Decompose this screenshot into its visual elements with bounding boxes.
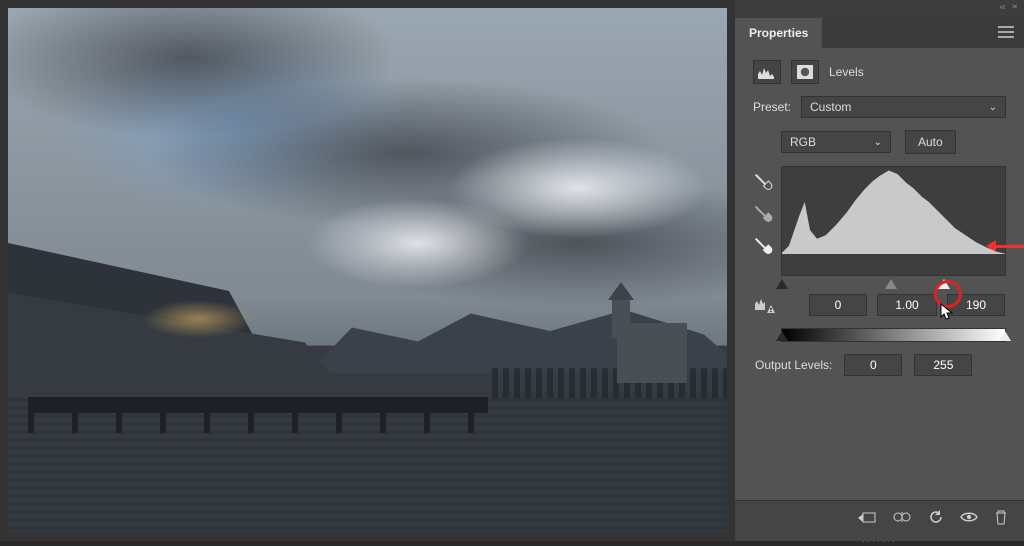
- levels-histogram[interactable]: [781, 166, 1006, 276]
- eyedropper-gray[interactable]: [749, 200, 774, 225]
- preset-label: Preset:: [753, 100, 791, 114]
- channel-dropdown[interactable]: RGB ⌄: [781, 131, 891, 153]
- preset-row: Preset: Custom ⌄: [753, 96, 1006, 118]
- panel-tabbar: Properties: [735, 18, 1024, 48]
- close-icon[interactable]: ×: [1012, 2, 1018, 12]
- shadow-input[interactable]: [809, 294, 867, 316]
- output-label: Output Levels:: [755, 358, 832, 372]
- tab-label: Properties: [749, 26, 808, 40]
- channel-value: RGB: [790, 135, 816, 149]
- panel-footer: [735, 500, 1024, 536]
- midtone-input[interactable]: [877, 294, 937, 316]
- trash-icon[interactable]: [994, 510, 1008, 528]
- tab-properties[interactable]: Properties: [735, 18, 822, 48]
- shadow-slider[interactable]: [776, 279, 788, 289]
- output-gradient[interactable]: [781, 328, 1006, 342]
- output-high-input[interactable]: [914, 354, 972, 376]
- histogram-area: [753, 166, 1006, 276]
- levels-icon: [753, 60, 781, 84]
- output-low-input[interactable]: [844, 354, 902, 376]
- eyedropper-tools: [753, 166, 771, 276]
- clip-to-layer-icon[interactable]: [858, 510, 876, 527]
- properties-panel-container: « × Properties Levels Preset: Custom ⌄: [735, 0, 1024, 541]
- chevron-down-icon: ⌄: [989, 102, 997, 113]
- output-shadow-slider[interactable]: [776, 331, 788, 341]
- resize-grip[interactable]: ·······: [735, 536, 1024, 541]
- eyedropper-white[interactable]: [749, 232, 774, 257]
- visibility-icon[interactable]: [960, 511, 978, 526]
- properties-panel: Levels Preset: Custom ⌄ RGB ⌄ Auto: [735, 48, 1024, 500]
- expand-icon[interactable]: «: [999, 2, 1005, 12]
- preset-value: Custom: [810, 100, 851, 114]
- channel-row: RGB ⌄ Auto: [781, 130, 1006, 154]
- image-canvas: [0, 0, 735, 541]
- view-previous-icon[interactable]: [892, 510, 912, 527]
- highlight-input[interactable]: [947, 294, 1005, 316]
- output-highlight-slider[interactable]: [999, 331, 1011, 341]
- reset-icon[interactable]: [928, 510, 944, 527]
- mask-icon[interactable]: [791, 60, 819, 84]
- output-levels-row: Output Levels:: [755, 354, 1006, 376]
- midtone-slider[interactable]: [885, 279, 897, 289]
- document-image: [8, 8, 727, 533]
- auto-button[interactable]: Auto: [905, 130, 956, 154]
- input-level-fields: [809, 294, 1005, 316]
- adjustment-name: Levels: [829, 65, 864, 79]
- chevron-down-icon: ⌄: [874, 137, 882, 148]
- window-controls: « ×: [735, 0, 1024, 18]
- eyedropper-black[interactable]: [749, 168, 774, 193]
- adjustment-header: Levels: [753, 60, 1006, 84]
- input-levels-row: [753, 294, 1006, 316]
- auto-label: Auto: [918, 135, 943, 149]
- panel-menu-icon[interactable]: [998, 26, 1014, 41]
- preset-dropdown[interactable]: Custom ⌄: [801, 96, 1006, 118]
- clip-warning-icon[interactable]: [753, 296, 775, 314]
- highlight-slider[interactable]: [938, 279, 950, 289]
